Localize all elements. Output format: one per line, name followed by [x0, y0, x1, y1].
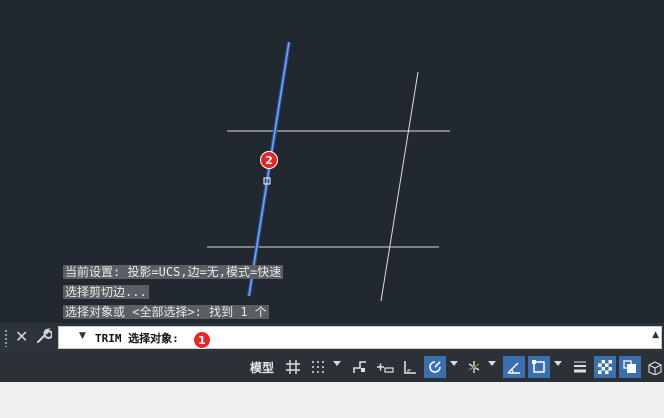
selection-cycling-icon[interactable] [619, 356, 641, 378]
command-input[interactable]: ▼ TRIM 选择对象: ▲ [58, 326, 662, 349]
history-line-3: 选择对象或 <全部选择>: 找到 1 个 [63, 305, 269, 319]
step-badge-2: 2 [260, 151, 278, 169]
isometric-dropdown-icon[interactable] [488, 361, 496, 366]
object-snap-tracking-icon[interactable] [503, 356, 525, 378]
3d-object-snap-icon[interactable] [644, 356, 664, 378]
step-badge-1: 1 [193, 331, 211, 349]
recent-commands-dropdown-icon[interactable]: ▼ [79, 331, 86, 341]
command-history-scroll-icon[interactable]: ▲ [652, 330, 659, 340]
snap-mode-icon[interactable] [307, 356, 329, 378]
polar-tracking-icon[interactable] [424, 356, 446, 378]
command-line-bar: ✕ ▼ TRIM 选择对象: ▲ 1 [0, 323, 664, 352]
lineweight-icon[interactable] [569, 356, 591, 378]
status-bar: 模型 [0, 352, 664, 382]
ortho-mode-icon[interactable] [399, 356, 421, 378]
drawing-canvas[interactable]: 当前设置: 投影=UCS,边=无,模式=快速 选择剪切边... 选择对象或 <全… [0, 0, 664, 323]
infer-constraints-icon[interactable] [349, 356, 371, 378]
close-icon[interactable]: ✕ [15, 327, 28, 347]
object-snap-icon[interactable] [528, 356, 550, 378]
isometric-drafting-icon[interactable] [463, 356, 485, 378]
model-space-button[interactable]: 模型 [250, 359, 274, 376]
snap-dropdown-icon[interactable] [333, 361, 341, 366]
wrench-icon[interactable] [36, 328, 53, 349]
transparency-icon[interactable] [594, 356, 616, 378]
history-line-1: 当前设置: 投影=UCS,边=无,模式=快速 [63, 265, 284, 279]
window-bottom-area [0, 382, 664, 418]
polar-dropdown-icon[interactable] [450, 361, 458, 366]
dynamic-input-icon[interactable] [374, 356, 396, 378]
right-slanted-line[interactable] [380, 71, 419, 302]
drag-grip-handle[interactable] [4, 329, 8, 347]
grid-display-icon[interactable] [282, 356, 304, 378]
object-snap-dropdown-icon[interactable] [554, 361, 562, 366]
history-line-2: 选择剪切边... [63, 285, 149, 299]
command-prompt-text: TRIM 选择对象: [95, 332, 179, 345]
